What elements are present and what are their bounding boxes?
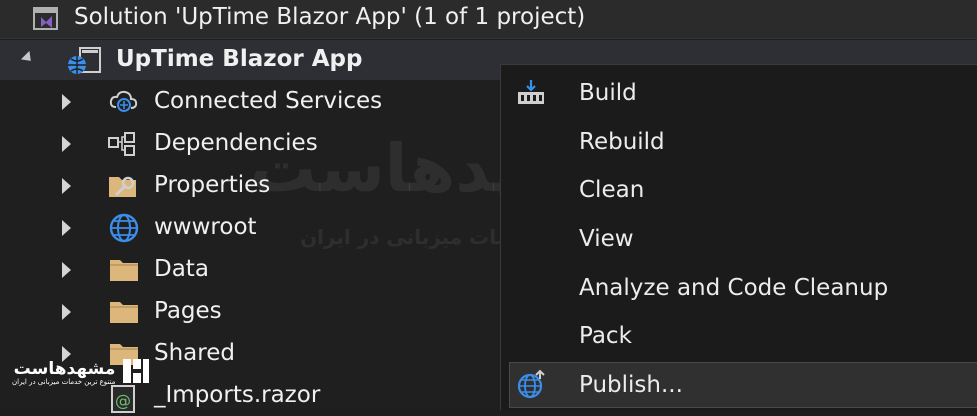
- project-label: UpTime Blazor App: [116, 46, 363, 72]
- properties-icon: [106, 171, 140, 201]
- tree-item-label: Data: [154, 256, 209, 282]
- menu-item-label: View: [579, 226, 634, 252]
- folder-icon: [108, 298, 140, 326]
- project-context-menu: Build Rebuild Clean View Analyze and Cod…: [500, 64, 977, 410]
- tree-item-label: Pages: [154, 298, 222, 324]
- tree-item-label: Shared: [154, 340, 235, 366]
- menu-item-label: Publish...: [579, 372, 683, 398]
- dependencies-icon: [106, 130, 140, 158]
- menu-item-clean[interactable]: Clean: [501, 168, 977, 212]
- solution-label: Solution 'UpTime Blazor App' (1 of 1 pro…: [74, 4, 586, 30]
- web-project-icon: [66, 46, 106, 76]
- collapse-arrow-icon[interactable]: [20, 50, 36, 66]
- visual-studio-solution-icon: [32, 5, 60, 33]
- menu-item-label: Clean: [579, 177, 645, 203]
- menu-item-pack[interactable]: Pack: [501, 314, 977, 358]
- logo-mark-icon: [121, 356, 151, 390]
- expand-arrow-icon[interactable]: [62, 220, 71, 236]
- tree-item-label: Dependencies: [154, 130, 318, 156]
- expand-arrow-icon[interactable]: [62, 136, 71, 152]
- menu-item-analyze-code-cleanup[interactable]: Analyze and Code Cleanup: [501, 266, 977, 310]
- solution-explorer-screenshot: Solution 'UpTime Blazor App' (1 of 1 pro…: [0, 0, 977, 413]
- solution-node[interactable]: Solution 'UpTime Blazor App' (1 of 1 pro…: [0, 0, 977, 39]
- menu-item-label: Build: [579, 80, 637, 106]
- expand-arrow-icon[interactable]: [62, 304, 71, 320]
- tree-item-label: Connected Services: [154, 88, 383, 114]
- publish-globe-icon: [516, 369, 548, 401]
- menu-item-view[interactable]: View: [501, 217, 977, 261]
- build-icon: [515, 79, 547, 107]
- folder-icon: [108, 256, 140, 284]
- expand-arrow-icon[interactable]: [62, 178, 71, 194]
- menu-item-build[interactable]: Build: [501, 71, 977, 115]
- menu-item-label: Analyze and Code Cleanup: [579, 275, 889, 301]
- brand-logo: مشهدهاست متنوع ترین خدمات میزبانی در ایر…: [12, 352, 162, 394]
- menu-item-label: Rebuild: [579, 129, 665, 155]
- menu-item-publish[interactable]: Publish...: [509, 362, 977, 408]
- globe-icon: [108, 212, 140, 244]
- logo-brand-text: مشهدهاست: [13, 358, 116, 379]
- expand-arrow-icon[interactable]: [62, 262, 71, 278]
- tree-item-label: Properties: [154, 172, 271, 198]
- menu-item-rebuild[interactable]: Rebuild: [501, 120, 977, 164]
- menu-item-label: Pack: [579, 323, 632, 349]
- expand-arrow-icon[interactable]: [62, 94, 71, 110]
- connected-services-icon: [108, 87, 140, 117]
- tree-item-label: _Imports.razor: [154, 382, 321, 408]
- logo-tagline-text: متنوع ترین خدمات میزبانی در ایران: [12, 377, 116, 386]
- tree-item-label: wwwroot: [154, 214, 257, 240]
